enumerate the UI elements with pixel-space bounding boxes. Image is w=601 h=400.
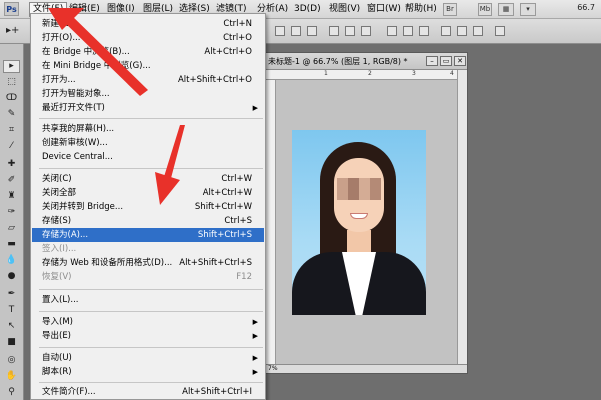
menu-window[interactable]: 窗口(W) — [364, 2, 404, 17]
crop-tool-icon[interactable]: ⌗ — [3, 124, 20, 137]
tools-panel: ▸ ⬚ ↀ ✎ ⌗ ⁄ ✚ ✐ ♜ ✑ ▱ ▬ 💧 ● ✒ T ↖ ■ ◎ ✋ … — [0, 44, 24, 400]
menu-item-save-for-web[interactable]: 存储为 Web 和设备所用格式(D)... Alt+Shift+Ctrl+S — [32, 256, 264, 270]
submenu-arrow-icon: ▶ — [252, 354, 258, 362]
gradient-tool-icon[interactable]: ▬ — [3, 238, 20, 251]
eraser-tool-icon[interactable]: ▱ — [3, 222, 20, 235]
document-status-zoom[interactable]: 7% — [266, 364, 467, 373]
align-middle-icon[interactable] — [291, 26, 301, 36]
distribute-bottom-icon[interactable] — [419, 26, 429, 36]
eyedropper-tool-icon[interactable]: ⁄ — [3, 140, 20, 153]
mini-bridge-button[interactable]: Mb — [478, 3, 492, 16]
ruler-label: 3 — [412, 70, 416, 77]
ruler-label: 1 — [324, 70, 328, 77]
menu-item-close-all[interactable]: 关闭全部 Alt+Ctrl+W — [32, 186, 264, 200]
menu-item-recent-files[interactable]: 最近打开文件(T) ▶ — [32, 101, 264, 115]
distribute-right-icon[interactable] — [473, 26, 483, 36]
vertical-ruler — [266, 80, 276, 366]
menu-3d[interactable]: 3D(D) — [291, 2, 324, 17]
menu-item-device-central[interactable]: Device Central... — [32, 150, 264, 164]
align-center-icon[interactable] — [345, 26, 355, 36]
move-tool-options-icon[interactable]: ▸+ — [6, 25, 19, 36]
menu-item-new[interactable]: 新建(N)... Ctrl+N — [32, 17, 264, 31]
menu-item-check-in: 签入(I)... — [42, 244, 77, 254]
align-right-icon[interactable] — [361, 26, 371, 36]
type-tool-icon[interactable]: T — [3, 304, 20, 317]
distribute-middle-icon[interactable] — [403, 26, 413, 36]
submenu-arrow-icon: ▶ — [252, 368, 258, 376]
menu-item-file-info[interactable]: 文件简介(F)... Alt+Shift+Ctrl+I — [32, 385, 264, 399]
menu-item-browse-mini-bridge[interactable]: 在 Mini Bridge 中浏览(G)... — [32, 59, 264, 73]
menu-item-open-smart-object[interactable]: 打开为智能对象... — [32, 87, 264, 101]
menu-separator — [39, 289, 263, 290]
lasso-tool-icon[interactable]: ↀ — [3, 92, 20, 105]
history-brush-tool-icon[interactable]: ✑ — [3, 206, 20, 219]
menu-item-place[interactable]: 置入(L)... — [32, 293, 264, 307]
photoshop-logo: Ps — [4, 2, 19, 16]
horizontal-ruler: 1 2 3 4 — [266, 70, 457, 80]
bridge-button[interactable]: Br — [443, 3, 457, 16]
dodge-tool-icon[interactable]: ● — [3, 270, 20, 283]
menu-item-browse-bridge[interactable]: 在 Bridge 中浏览(B)... Alt+Ctrl+O — [32, 45, 264, 59]
menu-item-open[interactable]: 打开(O)... Ctrl+O — [32, 31, 264, 45]
submenu-arrow-icon: ▶ — [252, 104, 258, 112]
menu-separator — [39, 347, 263, 348]
blur-tool-icon[interactable]: 💧 — [3, 254, 20, 267]
align-left-icon[interactable] — [329, 26, 339, 36]
quick-select-tool-icon[interactable]: ✎ — [3, 108, 20, 121]
menu-item-close[interactable]: 关闭(C) Ctrl+W — [32, 172, 264, 186]
ruler-label: 4 — [450, 70, 454, 77]
submenu-arrow-icon: ▶ — [252, 318, 258, 326]
ruler-label: 2 — [368, 70, 372, 77]
align-bottom-icon[interactable] — [307, 26, 317, 36]
3d-rotate-tool-icon[interactable]: ◎ — [3, 354, 20, 367]
menu-help[interactable]: 帮助(H) — [402, 2, 440, 17]
menu-item-import[interactable]: 导入(M) ▶ — [32, 315, 264, 329]
submenu-arrow-icon: ▶ — [252, 332, 258, 340]
zoom-dropdown-icon[interactable]: ▾ — [520, 3, 536, 16]
shape-tool-icon[interactable]: ■ — [3, 336, 20, 349]
menu-separator — [39, 311, 263, 312]
menu-view[interactable]: 视图(V) — [326, 2, 363, 17]
file-menu-dropdown: 新建(N)... Ctrl+N 打开(O)... Ctrl+O 在 Bridge 中… — [30, 13, 266, 400]
menu-item-automate[interactable]: 自动(U) ▶ — [32, 351, 264, 365]
distribute-top-icon[interactable] — [387, 26, 397, 36]
menu-item-open-as[interactable]: 打开为... Alt+Shift+Ctrl+O — [32, 73, 264, 87]
align-top-icon[interactable] — [275, 26, 285, 36]
close-icon[interactable]: ✕ — [454, 56, 466, 66]
menu-item-save[interactable]: 存储(S) Ctrl+S — [32, 214, 264, 228]
menu-item-save-as[interactable]: 存储为(A)... Shift+Ctrl+S — [32, 228, 264, 242]
clone-stamp-tool-icon[interactable]: ♜ — [3, 190, 20, 203]
photo-mosaic-blur — [337, 178, 381, 200]
menu-item-close-go-bridge[interactable]: 关闭并转到 Bridge... Shift+Ctrl+W — [32, 200, 264, 214]
menu-separator — [39, 382, 263, 383]
healing-brush-tool-icon[interactable]: ✚ — [3, 158, 20, 171]
zoom-tool-icon[interactable]: ⚲ — [3, 386, 20, 399]
menu-item-share-screen[interactable]: 共享我的屏幕(H)... — [32, 122, 264, 136]
menu-separator — [39, 118, 263, 119]
vertical-scrollbar[interactable] — [457, 70, 467, 366]
id-photo-image — [292, 130, 426, 315]
pen-tool-icon[interactable]: ✒ — [3, 288, 20, 301]
menu-item-scripts[interactable]: 脚本(R) ▶ — [32, 365, 264, 379]
auto-align-icon[interactable] — [495, 26, 505, 36]
marquee-tool-icon[interactable]: ⬚ — [3, 76, 20, 89]
menu-separator — [39, 168, 263, 169]
path-selection-tool-icon[interactable]: ↖ — [3, 320, 20, 333]
distribute-center-icon[interactable] — [457, 26, 467, 36]
minimize-icon[interactable]: – — [426, 56, 438, 66]
move-tool-icon[interactable]: ▸ — [3, 60, 20, 73]
maximize-icon[interactable]: ▭ — [440, 56, 452, 66]
brush-tool-icon[interactable]: ✐ — [3, 174, 20, 187]
menu-item-export[interactable]: 导出(E) ▶ — [32, 329, 264, 343]
menu-item-revert: 恢复(V) F12 — [42, 272, 252, 282]
menu-item-create-review[interactable]: 创建新审核(W)... — [32, 136, 264, 150]
distribute-left-icon[interactable] — [441, 26, 451, 36]
hand-tool-icon[interactable]: ✋ — [3, 370, 20, 383]
zoom-level[interactable]: 66.7 — [577, 3, 595, 12]
view-extras-icon[interactable]: ▦ — [498, 3, 514, 16]
